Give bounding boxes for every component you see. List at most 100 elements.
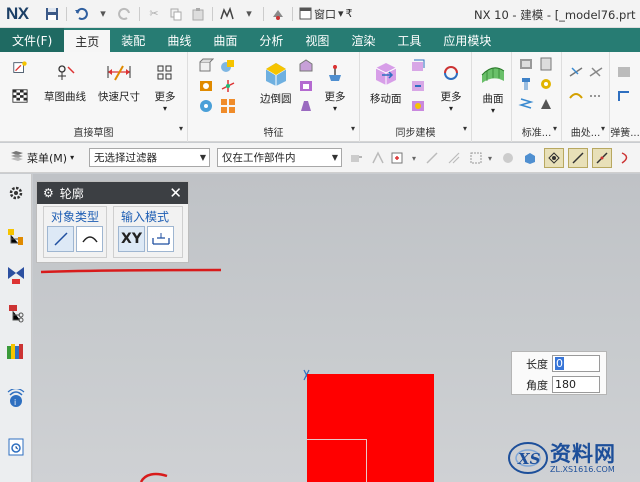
chevron-down-icon[interactable]: ▾ [241,6,257,22]
chevron-down-icon[interactable]: ▾ [463,124,467,133]
type-filter-select[interactable]: 无选择过滤器 ▼ [89,148,210,167]
snap-point-icon[interactable] [370,150,386,166]
weld-icon[interactable] [538,96,554,112]
chevron-down-icon[interactable]: ▾ [553,124,557,133]
tab-surface[interactable]: 曲面 [202,28,248,52]
chevron-down-icon[interactable]: ▾ [95,6,111,22]
snap-midpoint-icon[interactable] [568,148,588,168]
window-menu-label: 窗口 [314,7,336,21]
parameter-mode-button[interactable] [147,226,174,252]
chevron-down-icon[interactable]: ▾ [406,150,422,166]
scope-filter-value: 仅在工作部件内 [222,152,296,164]
snap-settings-icon[interactable] [390,150,406,166]
select-body-icon[interactable] [522,150,538,166]
tab-assembly[interactable]: 装配 [110,28,156,52]
chevron-down-icon[interactable]: ▾ [351,124,355,133]
pull-face-icon[interactable] [410,58,426,74]
group-sheet: 弹簧... [610,52,640,142]
group-surface: 曲面 ▾ [472,52,512,142]
xy-mode-button[interactable]: XY [118,226,145,252]
quick-dimension-button[interactable]: 快速尺寸 [98,60,140,104]
tab-render[interactable]: 渲染 [340,28,386,52]
chevron-down-icon[interactable]: ▾ [179,124,183,133]
datum-icon[interactable] [220,78,236,94]
feature-more-icon [322,60,348,86]
sketch-curve-label: 草图曲线 [44,91,86,103]
chevron-down-icon[interactable]: ▾ [482,150,498,166]
more-sketch-button[interactable]: 更多 ▾ [152,60,178,113]
edge-blend-button[interactable]: 边倒圆 [260,58,292,106]
redo-icon[interactable] [117,6,133,22]
snap-curve-icon[interactable] [618,150,634,166]
tab-file[interactable]: 文件(F) [0,28,65,52]
history-icon[interactable] [5,436,27,458]
gear-part-icon[interactable] [538,76,554,92]
select-face-icon[interactable] [500,150,516,166]
surface-button[interactable]: 曲面 ▾ [478,58,508,115]
sew-icon[interactable] [588,88,604,104]
tab-tools[interactable]: 工具 [386,28,432,52]
scope-filter-select[interactable]: 仅在工作部件内 ▼ [217,148,342,167]
constraint-navigator-icon[interactable] [5,302,27,324]
part-navigator-icon[interactable] [5,226,27,248]
feature-filter-icon[interactable] [348,150,364,166]
snap-endpoint-icon[interactable] [544,148,564,168]
command-finder-icon[interactable] [270,6,286,22]
flange-icon[interactable] [616,88,632,104]
sheet-metal-icon[interactable] [616,64,632,80]
tab-view[interactable]: 视图 [294,28,340,52]
shell-icon[interactable] [298,78,314,94]
tab-applications[interactable]: 应用模块 [432,28,502,52]
extrude-icon[interactable] [198,58,214,74]
standard-part-icon[interactable] [518,56,534,72]
gear-icon[interactable] [5,182,27,204]
more-sync-button[interactable]: 更多 ▾ [438,60,464,113]
more-feature-button[interactable]: 更多 ▾ [322,60,348,113]
hole-icon[interactable] [198,78,214,94]
offset-surface-icon[interactable] [568,88,584,104]
spring-icon[interactable] [518,96,534,112]
length-input[interactable]: 0 [552,355,600,372]
snap-line-icon[interactable] [592,148,612,168]
paste-icon[interactable] [190,6,206,22]
chevron-down-icon[interactable]: ▾ [601,124,605,133]
draft-icon[interactable] [298,98,314,114]
sketch-rectangle[interactable] [307,374,434,482]
tab-curve[interactable]: 曲线 [156,28,202,52]
toolbar-separator [292,6,293,21]
unite-icon[interactable] [220,58,236,74]
close-icon[interactable]: ✕ [169,184,182,202]
pattern-icon[interactable] [220,98,236,114]
offset-region-icon[interactable] [410,78,426,94]
move-face-button[interactable]: 移动面 [370,58,402,106]
undo-icon[interactable] [73,6,89,22]
line-mode-button[interactable] [47,226,74,252]
angle-input[interactable]: 180 [552,376,600,393]
reuse-library-icon[interactable] [5,340,27,362]
library-icon[interactable] [538,56,554,72]
tab-home[interactable]: 主页 [64,28,111,52]
assembly-navigator-icon[interactable] [5,264,27,286]
save-icon[interactable] [44,6,60,22]
chamfer-icon[interactable] [298,58,314,74]
touch-mode-icon[interactable] [219,6,235,22]
web-browser-icon[interactable]: i [5,388,27,410]
sketch-icon[interactable] [12,60,28,76]
sketch-curve-button[interactable]: 草图曲线 [44,60,86,104]
arc-mode-button[interactable] [76,226,103,252]
line-icon [53,232,68,246]
menu-button[interactable]: 菜单(M) ▾ [10,150,74,166]
group-standard: 标准... ▾ [512,52,562,142]
select-vertex-icon[interactable] [424,150,440,166]
copy-icon[interactable] [168,6,184,22]
tab-analysis[interactable]: 分析 [248,28,294,52]
cut-icon[interactable]: ✂ [146,6,162,22]
extend-icon[interactable] [588,64,604,80]
finish-sketch-icon[interactable] [12,88,28,104]
revolve-icon[interactable] [198,98,214,114]
window-menu[interactable]: 窗口 ▾ ₹ [299,6,353,22]
select-edge-icon[interactable] [446,150,462,166]
bolt-icon[interactable] [518,76,534,92]
replace-face-icon[interactable] [410,98,426,114]
trim-icon[interactable] [568,64,584,80]
